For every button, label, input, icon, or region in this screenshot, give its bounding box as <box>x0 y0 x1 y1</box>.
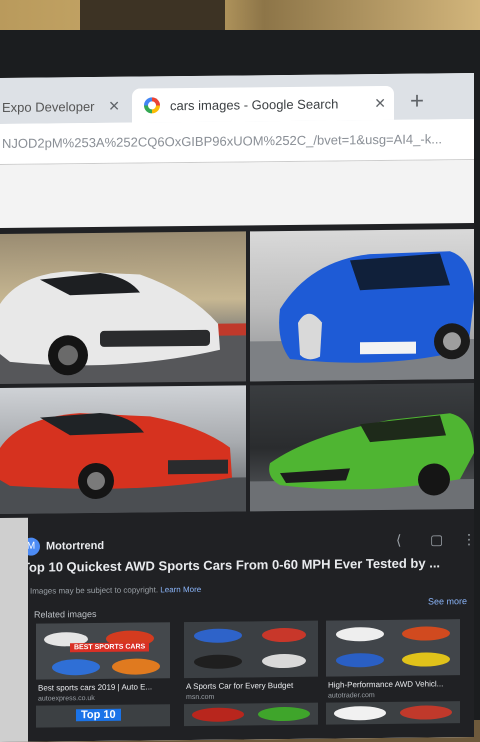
source-name: Motortrend <box>46 539 105 553</box>
related-image-card[interactable]: BEST SPORTS CARS Best sports cars 2019 |… <box>36 622 170 728</box>
save-icon[interactable]: ▢ <box>430 531 443 548</box>
related-thumbnail-lower[interactable] <box>326 701 460 725</box>
tab-title: cars images - Google Search <box>170 95 339 113</box>
more-options-icon[interactable]: ⋮ <box>462 531 474 548</box>
tab-title: Expo Developer <box>2 98 95 115</box>
address-bar[interactable]: NJOD2pM%253A%252CQ6OxGIBP96xUOM%252C_/bv… <box>0 119 474 165</box>
monitor-bezel: Expo Developer ✕ cars images - Google Se… <box>0 30 480 742</box>
image-grid <box>0 229 474 518</box>
related-images-row: BEST SPORTS CARS Best sports cars 2019 |… <box>36 619 474 728</box>
related-source: autoexpress.co.uk <box>38 695 95 703</box>
close-icon[interactable]: ✕ <box>108 97 120 114</box>
background-doorway <box>80 0 225 30</box>
thumbnail-banner: BEST SPORTS CARS <box>70 642 150 653</box>
see-more-link[interactable]: See more <box>428 596 467 606</box>
new-tab-button[interactable]: + <box>402 87 432 117</box>
tab-expo-developer[interactable]: Expo Developer ✕ <box>0 89 128 124</box>
browser-screen: Expo Developer ✕ cars images - Google Se… <box>0 73 474 742</box>
related-thumbnail[interactable] <box>326 619 460 677</box>
related-source: msn.com <box>186 693 215 702</box>
copyright-notice: Images may be subject to copyright. Lear… <box>30 585 201 596</box>
result-title-link[interactable]: Top 10 Quickest AWD Sports Cars From 0-6… <box>22 555 472 574</box>
source-row[interactable]: M Motortrend <box>22 537 104 556</box>
related-images-heading: Related images <box>34 608 97 620</box>
related-thumbnail-lower[interactable]: Top 10 <box>36 704 170 728</box>
car-image-green[interactable] <box>250 383 474 512</box>
related-thumbnail-lower[interactable] <box>184 702 318 727</box>
url-text: NJOD2pM%253A%252CQ6OxGIBP96xUOM%252C_/bv… <box>2 131 443 151</box>
close-icon[interactable]: ✕ <box>374 94 386 111</box>
related-image-card[interactable]: High-Performance AWD Vehicl... autotrade… <box>326 619 460 725</box>
related-thumbnail[interactable] <box>184 620 318 679</box>
copyright-text: Images may be subject to copyright. <box>30 585 159 596</box>
page-top-area <box>0 160 474 231</box>
related-caption: High-Performance AWD Vehicl... <box>328 679 444 690</box>
top10-banner: Top 10 <box>76 708 121 722</box>
learn-more-link[interactable]: Learn More <box>160 585 201 594</box>
related-image-card[interactable]: A Sports Car for Every Budget msn.com <box>184 620 318 727</box>
tab-cars-images[interactable]: cars images - Google Search ✕ <box>132 85 394 123</box>
related-thumbnail[interactable]: BEST SPORTS CARS <box>36 622 170 680</box>
result-details: M Motortrend ⟨ ▢ ⋮ Top 10 Quickest AWD S… <box>0 517 474 742</box>
car-image-blue[interactable] <box>250 229 474 382</box>
related-source: autotrader.com <box>328 692 375 700</box>
related-caption: A Sports Car for Every Budget <box>186 680 294 692</box>
car-image-white[interactable] <box>0 231 246 384</box>
car-image-red[interactable] <box>0 385 246 514</box>
background-page-edge <box>0 517 28 742</box>
google-icon <box>144 97 160 114</box>
related-caption: Best sports cars 2019 | Auto E... <box>38 682 153 693</box>
tab-bar: Expo Developer ✕ cars images - Google Se… <box>0 73 474 124</box>
share-icon[interactable]: ⟨ <box>396 532 401 549</box>
image-preview-panel: M Motortrend ⟨ ▢ ⋮ Top 10 Quickest AWD S… <box>0 223 474 742</box>
